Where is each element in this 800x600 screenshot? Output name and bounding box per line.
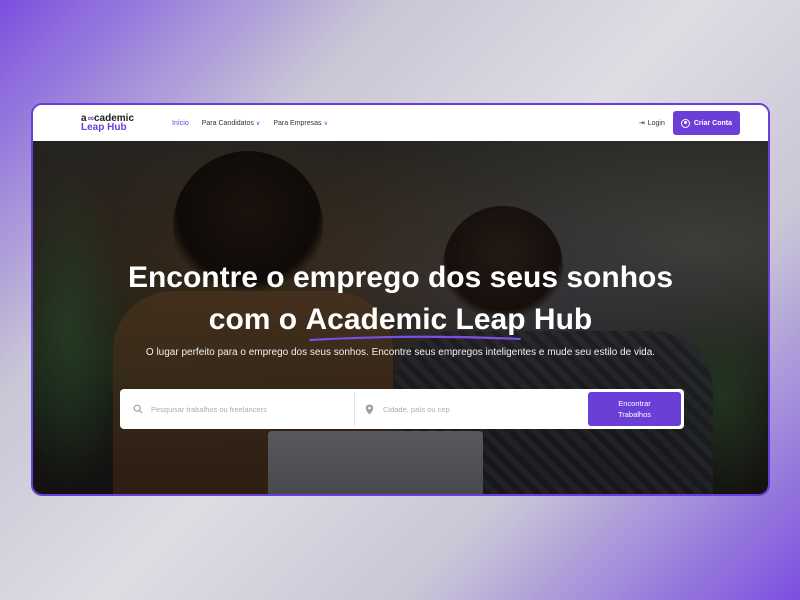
browser-frame: a ∞ cademic Leap Hub Início Para Candida…	[31, 103, 770, 496]
nav-item-para-candidatos[interactable]: Para Candidatos ∨	[202, 120, 261, 127]
logo-bottom-text: Leap Hub	[81, 122, 127, 133]
chevron-down-icon: ∨	[323, 120, 328, 127]
create-account-button[interactable]: Criar Conta	[672, 111, 740, 135]
nav-item-inicio[interactable]: Início	[172, 120, 189, 127]
nav-links: Início Para Candidatos ∨ Para Empresas ∨	[172, 120, 328, 127]
location-input[interactable]	[383, 404, 563, 414]
hero-title-suffix: Hub	[525, 303, 593, 336]
hero-subtitle: O lugar perfeito para o emprego dos seus…	[145, 347, 656, 358]
login-label: Login	[647, 119, 665, 127]
login-link[interactable]: ⇥ Login	[638, 119, 665, 128]
search-icon	[133, 404, 143, 414]
hero-title-line2: com o Academic Leap Hub	[33, 299, 768, 342]
hero-title-highlight: Academic Leap	[305, 299, 526, 342]
nav-item-label: Início	[172, 119, 189, 127]
hero-section: Encontre o emprego dos seus sonhos com o…	[33, 141, 768, 494]
nav-item-para-empresas[interactable]: Para Empresas ∨	[273, 120, 328, 127]
job-search-bar: Encontrar Trabalhos	[120, 389, 684, 429]
create-account-label: Criar Conta	[693, 119, 732, 127]
hero-title-prefix: com o	[208, 303, 306, 336]
map-pin-icon	[365, 404, 375, 414]
user-circle-icon	[680, 118, 690, 128]
find-jobs-button[interactable]: Encontrar Trabalhos	[588, 392, 681, 426]
location-field	[355, 392, 587, 426]
hero-title: Encontre o emprego dos seus sonhos com o…	[33, 257, 768, 342]
nav-item-label: Para Empresas	[273, 119, 322, 127]
job-search-field	[123, 392, 355, 426]
job-search-input[interactable]	[151, 404, 331, 414]
nav-actions: ⇥ Login Criar Conta	[639, 111, 740, 135]
logo[interactable]: a ∞ cademic Leap Hub	[81, 114, 134, 133]
chevron-down-icon: ∨	[255, 120, 261, 127]
hero-title-highlight-text: Academic Leap	[305, 303, 526, 336]
login-icon: ⇥	[638, 120, 645, 127]
navbar: a ∞ cademic Leap Hub Início Para Candida…	[33, 105, 768, 141]
nav-item-label: Para Candidatos	[201, 119, 254, 127]
underline-swoosh-icon	[309, 335, 522, 342]
hero-title-line1: Encontre o emprego dos seus sonhos	[127, 261, 674, 294]
